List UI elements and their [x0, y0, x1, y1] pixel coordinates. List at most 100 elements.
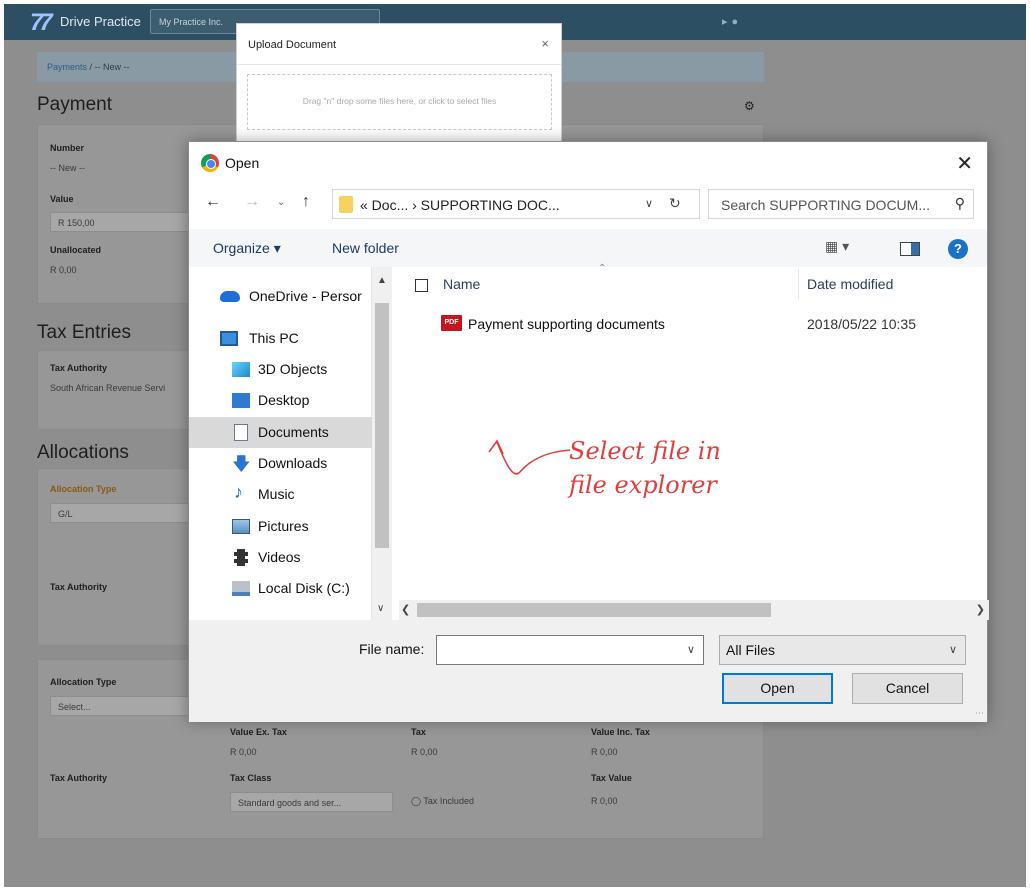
app-logo-text: Drive Practice	[60, 14, 141, 29]
back-arrow-icon[interactable]: ←	[205, 193, 221, 211]
nav-item-desktop[interactable]: Desktop	[189, 385, 372, 416]
tax-value-label: Tax Value	[591, 773, 632, 783]
allocation-type-label-2: Allocation Type	[50, 677, 117, 687]
nav-item-downloads[interactable]: 🡇 Downloads	[189, 448, 372, 479]
value-ex-tax: R 0,00	[230, 747, 257, 757]
up-arrow-icon[interactable]: ↑	[302, 193, 310, 211]
nav-item-label: Desktop	[258, 392, 310, 408]
nav-item-onedrive[interactable]: OneDrive - Persor	[189, 281, 372, 312]
computer-icon	[220, 331, 238, 346]
scrollbar-thumb[interactable]	[375, 303, 389, 548]
disk-icon	[232, 581, 250, 596]
preview-pane-icon[interactable]	[900, 242, 920, 256]
tax-authority-label: Tax Authority	[50, 363, 108, 373]
dialog-close-icon[interactable]: ✕	[956, 151, 973, 176]
column-header-date-modified[interactable]: Date modified	[807, 276, 893, 292]
search-input[interactable]: Search SUPPORTING DOCUM... ⚲	[708, 189, 974, 219]
search-icon[interactable]: ⚲	[955, 195, 965, 212]
gear-icon[interactable]: ⚙	[744, 99, 755, 113]
organize-button[interactable]: Organize ▾	[213, 240, 281, 257]
nav-item-label: Pictures	[258, 518, 309, 534]
value-ex-tax-label: Value Ex. Tax	[230, 727, 287, 737]
file-type-value: All Files	[726, 642, 776, 658]
command-bar: Organize ▾ New folder ▦ ▾ ?	[189, 229, 987, 267]
music-icon: ♪	[234, 482, 243, 502]
annotation-arrow-icon	[488, 439, 571, 475]
upload-document-modal: Upload Document × Drag "n" drop some fil…	[236, 23, 562, 153]
file-type-select[interactable]: All Files ∨	[719, 635, 966, 665]
file-date-modified: 2018/05/22 10:35	[807, 316, 916, 332]
upload-close-icon[interactable]: ×	[541, 36, 549, 51]
folder-icon	[339, 196, 353, 213]
view-options-icon[interactable]: ▦ ▾	[825, 238, 849, 255]
file-name[interactable]: Payment supporting documents	[468, 316, 665, 332]
file-dropzone[interactable]: Drag "n" drop some files here, or click …	[247, 74, 552, 130]
new-folder-button[interactable]: New folder	[332, 240, 399, 256]
dialog-title: Open	[225, 155, 260, 171]
allocation-tax-authority-label-2: Tax Authority	[50, 773, 108, 783]
allocation-type-select-2[interactable]: Select...	[50, 696, 200, 716]
search-placeholder: Search SUPPORTING DOCUM...	[721, 197, 931, 213]
tax-authority-value: South African Revenue Servi	[50, 383, 166, 393]
nav-item-videos[interactable]: Videos	[189, 542, 372, 573]
annotation-text: Select file in file explorer	[569, 434, 721, 502]
allocation-tax-authority-label: Tax Authority	[50, 582, 108, 592]
pdf-icon: PDF	[441, 315, 462, 331]
column-header-name[interactable]: Name	[443, 276, 480, 292]
annotation-line-1: Select file in	[569, 437, 721, 465]
picture-icon	[232, 519, 250, 534]
nav-item-documents[interactable]: Documents	[189, 417, 372, 448]
nav-item-music[interactable]: ♪ Music	[189, 479, 372, 510]
scrollbar-thumb[interactable]	[417, 603, 771, 617]
address-dropdown-icon[interactable]: ∨	[645, 197, 653, 210]
value-inc-tax: R 0,00	[591, 747, 618, 757]
download-icon: 🡇	[232, 454, 251, 474]
address-bar[interactable]: « Doc... › SUPPORTING DOC... ∨ ↻	[332, 189, 700, 219]
refresh-icon[interactable]: ↻	[669, 195, 681, 212]
allocations-heading: Allocations	[37, 442, 129, 463]
resize-grip-icon[interactable]: ⋯	[975, 708, 984, 719]
scroll-right-icon[interactable]: ❯	[976, 603, 985, 616]
tax-class-label: Tax Class	[230, 773, 272, 783]
nav-item-label: 3D Objects	[258, 361, 328, 377]
cloud-icon	[220, 291, 240, 302]
file-name-input[interactable]	[436, 635, 704, 665]
help-icon[interactable]: ?	[948, 239, 968, 259]
cancel-button[interactable]: Cancel	[852, 673, 963, 704]
select-all-checkbox[interactable]	[415, 279, 428, 292]
file-list-horizontal-scrollbar[interactable]: ❮ ❯	[399, 600, 989, 620]
nav-item-label: This PC	[249, 330, 299, 346]
column-divider[interactable]	[798, 269, 799, 299]
sort-ascending-icon: ⌃	[598, 263, 607, 274]
annotation-line-2: file explorer	[569, 471, 717, 499]
file-name-label: File name:	[359, 641, 425, 657]
nav-item-label: Music	[258, 486, 295, 502]
upload-modal-title: Upload Document	[248, 39, 337, 51]
breadcrumb-payments-link[interactable]: Payments	[47, 62, 87, 72]
nav-item-this-pc[interactable]: This PC	[189, 323, 372, 354]
nav-item-3d-objects[interactable]: 3D Objects	[189, 354, 372, 385]
document-icon	[234, 424, 248, 441]
divider	[237, 64, 561, 65]
cube-icon	[232, 362, 250, 377]
dialog-footer: File name: ∨ All Files ∨ Open Cancel ⋯	[189, 620, 987, 722]
address-path: « Doc... › SUPPORTING DOC...	[360, 197, 560, 213]
scroll-down-icon[interactable]: ∨	[377, 603, 384, 614]
nav-pane-scrollbar[interactable]: ▲ ∨	[372, 267, 392, 622]
open-button[interactable]: Open	[722, 673, 833, 704]
scroll-left-icon[interactable]: ❮	[401, 603, 410, 616]
forward-arrow-icon[interactable]: →	[244, 193, 260, 211]
navigation-pane: OneDrive - Persor This PC 3D Objects Des…	[189, 267, 372, 620]
notification-user-icons[interactable]: ▸●	[722, 15, 742, 28]
nav-item-local-disk[interactable]: Local Disk (C:)	[189, 573, 372, 604]
tax-entries-heading: Tax Entries	[37, 322, 131, 343]
nav-item-pictures[interactable]: Pictures	[189, 511, 372, 542]
tax-included-toggle[interactable]: ◯ Tax Included	[411, 796, 474, 807]
nav-item-label: OneDrive - Persor	[249, 288, 362, 304]
scroll-up-icon[interactable]: ▲	[377, 275, 387, 286]
tax-value-amount: R 0,00	[411, 747, 438, 757]
allocation-type-select[interactable]: G/L	[50, 503, 200, 523]
tax-class-select[interactable]: Standard goods and ser...	[230, 792, 393, 812]
recent-locations-chevron-icon[interactable]: ⌄	[277, 197, 285, 208]
value-input[interactable]: R 150,00	[50, 212, 200, 232]
